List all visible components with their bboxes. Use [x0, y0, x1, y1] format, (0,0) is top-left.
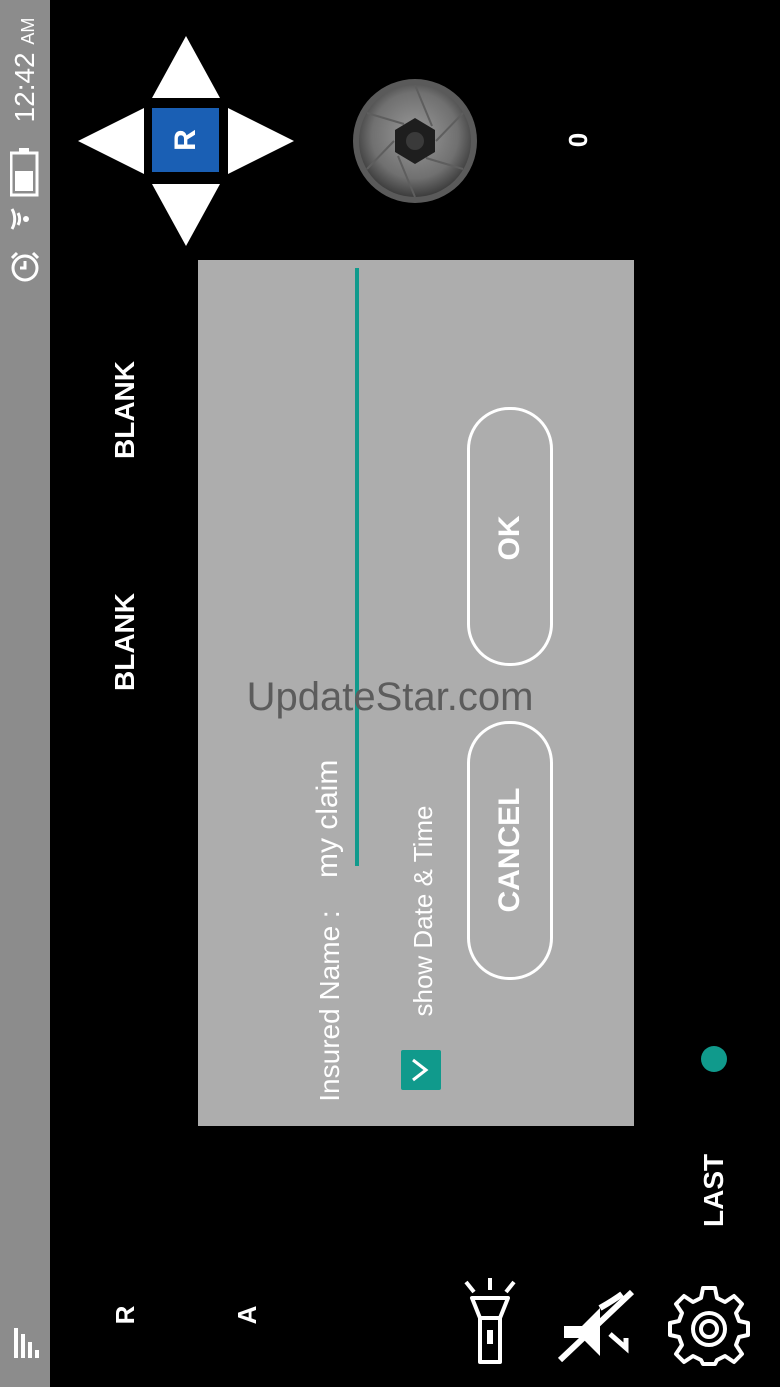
battery-icon: [10, 148, 39, 197]
signal-icon: [14, 1328, 39, 1358]
last-label[interactable]: LAST: [697, 1154, 731, 1227]
shot-count: 0: [563, 132, 593, 148]
input-underline: [355, 268, 359, 866]
settings-button[interactable]: [668, 1284, 750, 1366]
wifi-icon: [10, 208, 29, 230]
a-label[interactable]: A: [232, 1300, 262, 1330]
dpad-down-arrow-icon[interactable]: [152, 184, 220, 246]
cancel-button[interactable]: CANCEL: [467, 721, 553, 980]
dpad-left-arrow-icon[interactable]: [78, 108, 144, 174]
flashlight-button[interactable]: [458, 1278, 522, 1368]
flashlight-icon: [464, 1278, 516, 1364]
watermark: UpdateStar.com: [246, 675, 534, 719]
shutter-button[interactable]: [352, 78, 478, 204]
show-date-label: show Date & Time: [408, 805, 438, 1017]
dpad-right-arrow-icon[interactable]: [228, 108, 294, 174]
dpad-center-button[interactable]: R: [152, 108, 219, 172]
checkmark-icon: [412, 1058, 429, 1082]
indicator-dot: [701, 1046, 727, 1072]
gear-icon: [668, 1286, 750, 1366]
status-bar: 12:42 AM: [0, 0, 50, 1387]
ok-button[interactable]: OK: [467, 407, 553, 666]
dpad-center-label: R: [169, 129, 202, 151]
ok-button-label: OK: [493, 515, 526, 561]
insured-name-label: Insured Name :: [314, 910, 345, 1102]
show-date-checkbox[interactable]: [401, 1050, 441, 1090]
r-label[interactable]: R: [110, 1300, 140, 1330]
camera-aperture-icon: [353, 79, 477, 203]
mute-button[interactable]: [556, 1286, 636, 1363]
mute-icon: [557, 1289, 635, 1363]
blank-label-1[interactable]: BLANK: [107, 353, 143, 467]
dpad-up-arrow-icon[interactable]: [152, 36, 220, 98]
blank-label-2[interactable]: BLANK: [107, 585, 143, 699]
camera-screen: 12:42 AM R 0 BLANK BLANK Insured Name: …: [0, 0, 780, 1387]
cancel-button-label: CANCEL: [493, 787, 526, 913]
alarm-icon: [10, 251, 40, 282]
status-time: 12:42 AM: [9, 17, 40, 123]
